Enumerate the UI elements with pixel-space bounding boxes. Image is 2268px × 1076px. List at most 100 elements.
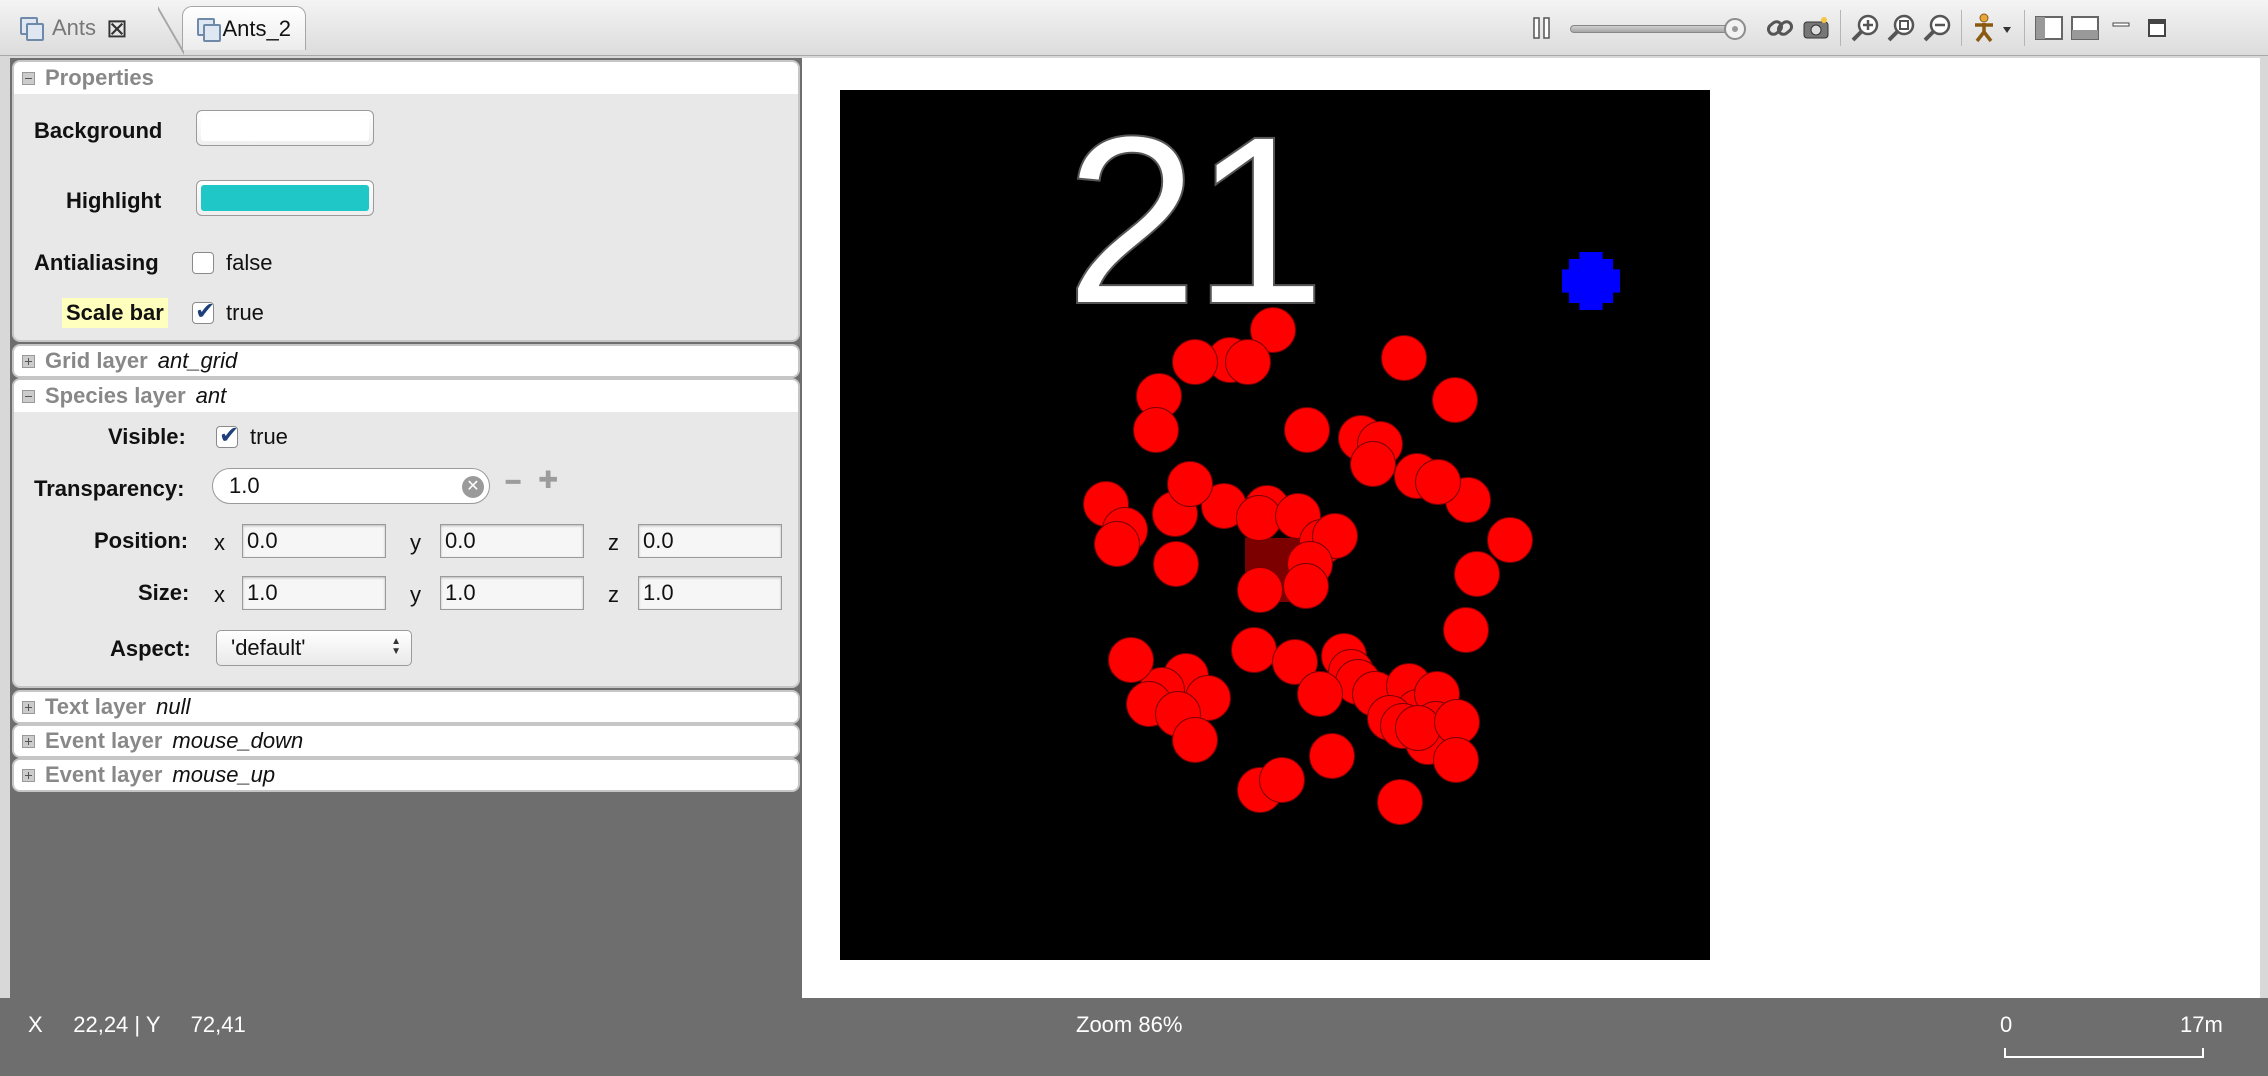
display-canvas[interactable]: 21: [802, 58, 2260, 998]
scale-tick: [2004, 1048, 2006, 1058]
ant-agent[interactable]: [1237, 567, 1283, 613]
aspect-select[interactable]: 'default' ▲ ▼: [216, 630, 412, 666]
ant-agent[interactable]: [1259, 757, 1305, 803]
tab-label: Ants_2: [222, 15, 292, 41]
axis-label-z: z: [608, 530, 619, 555]
size-z-field[interactable]: [638, 576, 782, 610]
layer-name: ant: [195, 383, 227, 408]
expand-icon[interactable]: [22, 354, 35, 368]
collapse-icon[interactable]: [22, 389, 35, 403]
zoom-fit-icon[interactable]: [1883, 10, 1919, 46]
transparency-label: Transparency:: [34, 476, 185, 501]
pause-icon[interactable]: [1524, 10, 1560, 46]
layers-panel: Properties Background Highlight Antialia…: [10, 58, 802, 998]
layout-top-icon[interactable]: [2067, 10, 2103, 46]
ant-agent[interactable]: [1172, 339, 1218, 385]
ant-agent[interactable]: [1433, 737, 1479, 783]
position-y-field[interactable]: [440, 524, 584, 558]
species-layer-section: Species layer ant Visible: true Transpar…: [12, 378, 800, 688]
food-source: [1562, 252, 1620, 310]
ant-agent[interactable]: [1443, 607, 1489, 653]
text-layer-header[interactable]: Text layer null: [14, 692, 798, 722]
clear-icon[interactable]: ✕: [462, 476, 484, 498]
properties-header[interactable]: Properties: [14, 62, 798, 94]
antialiasing-checkbox[interactable]: [192, 252, 214, 274]
tab-bar: Ants ⊠ Ants_2: [0, 0, 2268, 56]
collapse-icon[interactable]: [22, 71, 35, 85]
ant-agent[interactable]: [1283, 563, 1329, 609]
ant-agent[interactable]: [1108, 637, 1154, 683]
tab-ants-2[interactable]: Ants_2: [182, 6, 306, 50]
layer-name: mouse_down: [172, 728, 304, 753]
ant-agent[interactable]: [1454, 551, 1500, 597]
species-layer-header[interactable]: Species layer ant: [14, 380, 798, 412]
scalebar-checkbox[interactable]: [192, 297, 215, 326]
ant-agent[interactable]: [1153, 541, 1199, 587]
position-x-field[interactable]: [242, 524, 386, 558]
toolbar-separator: [2024, 10, 2025, 46]
layer-name: null: [156, 694, 191, 719]
highlight-color-picker[interactable]: [196, 180, 374, 216]
status-bar: X 22,24 | Y 72,41 Zoom 86% 0 17m: [0, 998, 2268, 1076]
ant-agent[interactable]: [1381, 335, 1427, 381]
event-layer-down-header[interactable]: Event layer mouse_down: [14, 726, 798, 756]
background-label: Background: [34, 118, 163, 143]
layout-side-icon[interactable]: [2031, 10, 2067, 46]
close-icon[interactable]: ⊠: [106, 15, 128, 41]
position-z-field[interactable]: [638, 524, 782, 558]
transparency-field[interactable]: [212, 468, 490, 504]
background-swatch: [201, 115, 369, 141]
ant-agent[interactable]: [1167, 461, 1213, 507]
layer-name: mouse_up: [172, 762, 276, 787]
layer-kind: Event layer: [45, 762, 163, 787]
properties-section: Properties Background Highlight Antialia…: [12, 60, 800, 342]
ant-agent[interactable]: [1225, 339, 1271, 385]
zoom-level: Zoom 86%: [1076, 1012, 1183, 1037]
ant-agent[interactable]: [1350, 441, 1396, 487]
ant-agent[interactable]: [1133, 407, 1179, 453]
event-layer-down-section: Event layer mouse_down: [12, 724, 800, 758]
visible-checkbox[interactable]: [216, 421, 239, 450]
ant-agent[interactable]: [1432, 377, 1478, 423]
increment-icon[interactable]: ✚: [538, 466, 558, 495]
person-menu-icon[interactable]: [1968, 10, 2018, 46]
ant-agent[interactable]: [1172, 717, 1218, 763]
speed-slider[interactable]: [1570, 18, 1746, 40]
expand-icon[interactable]: [22, 734, 35, 748]
slider-knob[interactable]: [1724, 18, 1746, 40]
decrement-icon[interactable]: ━: [506, 468, 520, 497]
size-x-field[interactable]: [242, 576, 386, 610]
event-layer-up-header[interactable]: Event layer mouse_up: [14, 760, 798, 790]
size-label: Size:: [138, 580, 190, 605]
zoom-in-icon[interactable]: [1847, 10, 1883, 46]
scale-line: [2004, 1056, 2204, 1058]
step-counter: 21: [1064, 90, 1327, 354]
ant-agent[interactable]: [1309, 733, 1355, 779]
event-layer-up-section: Event layer mouse_up: [12, 758, 800, 792]
layer-kind: Grid layer: [45, 348, 148, 373]
tab-ants[interactable]: Ants ⊠: [6, 6, 154, 50]
position-label: Position:: [94, 528, 189, 553]
ant-agent[interactable]: [1297, 671, 1343, 717]
expand-icon[interactable]: [22, 768, 35, 782]
ant-agent[interactable]: [1487, 517, 1533, 563]
grid-layer-header[interactable]: Grid layer ant_grid: [14, 346, 798, 376]
ant-agent[interactable]: [1094, 521, 1140, 567]
camera-icon[interactable]: [1798, 10, 1834, 46]
simulation-view[interactable]: 21: [840, 90, 1710, 960]
expand-icon[interactable]: [22, 700, 35, 714]
ant-agent[interactable]: [1377, 779, 1423, 825]
background-color-picker[interactable]: [196, 110, 374, 146]
layer-kind: Text layer: [45, 694, 147, 719]
text-layer-section: Text layer null: [12, 690, 800, 724]
axis-label-z: z: [608, 582, 619, 607]
ant-agent[interactable]: [1415, 459, 1461, 505]
zoom-out-icon[interactable]: [1919, 10, 1955, 46]
scale-tick: [2202, 1048, 2204, 1058]
link-icon[interactable]: [1762, 10, 1798, 46]
ant-agent[interactable]: [1284, 407, 1330, 453]
size-y-field[interactable]: [440, 576, 584, 610]
maximize-icon[interactable]: [2139, 10, 2175, 46]
minimize-icon[interactable]: [2103, 10, 2139, 46]
ant-agent[interactable]: [1231, 627, 1277, 673]
